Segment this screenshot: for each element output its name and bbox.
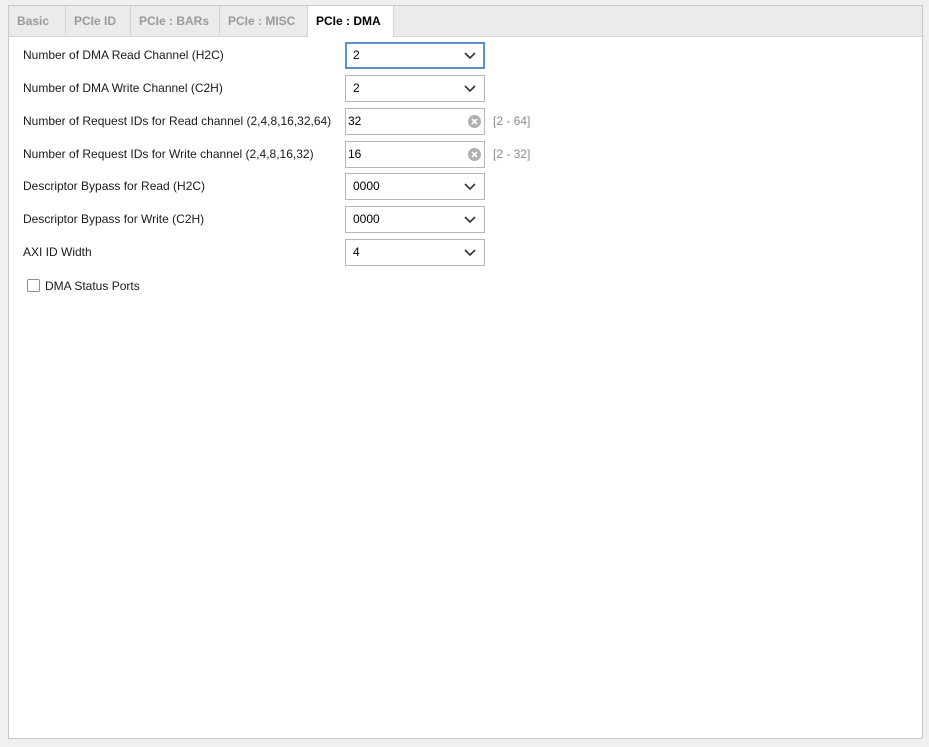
tab-basic[interactable]: Basic [9, 6, 66, 36]
chevron-down-icon [464, 183, 476, 191]
field-label: Descriptor Bypass for Read (H2C) [23, 179, 206, 193]
tab-bar: Basic PCIe ID PCIe : BARs PCIe : MISC PC… [9, 6, 922, 37]
field-label: Number of Request IDs for Read channel (… [23, 114, 332, 128]
field-label: AXI ID Width [23, 245, 92, 259]
form-row-descriptor-bypass-read: Descriptor Bypass for Read (H2C) 0000 [9, 173, 922, 200]
range-hint: [2 - 32] [493, 147, 531, 161]
select-value: 0000 [353, 212, 380, 226]
chevron-down-icon [464, 216, 476, 224]
chevron-down-icon [464, 52, 476, 60]
field-label: Number of DMA Read Channel (H2C) [23, 48, 224, 62]
tab-pcie-id[interactable]: PCIe ID [66, 6, 131, 36]
input-value: 16 [348, 147, 362, 161]
tab-pcie-misc[interactable]: PCIe : MISC [220, 6, 307, 36]
form-row-write-request-ids: Number of Request IDs for Write channel … [9, 141, 922, 168]
select-value: 4 [353, 245, 360, 259]
chevron-down-icon [464, 85, 476, 93]
select-value: 2 [353, 48, 360, 62]
range-hint: [2 - 64] [493, 114, 531, 128]
dma-settings-form: Number of DMA Read Channel (H2C) 2 Numbe… [9, 37, 922, 738]
field-label: Number of DMA Write Channel (C2H) [23, 81, 223, 95]
field-label: Descriptor Bypass for Write (C2H) [23, 212, 205, 226]
axi-id-width-select[interactable]: 4 [345, 239, 485, 266]
form-row-dma-write-channel: Number of DMA Write Channel (C2H) 2 [9, 75, 922, 102]
form-row-axi-id-width: AXI ID Width 4 [9, 239, 922, 266]
field-label: Number of Request IDs for Write channel … [23, 147, 314, 161]
write-request-ids-input[interactable]: 16 [345, 141, 485, 168]
read-request-ids-input[interactable]: 32 [345, 108, 485, 135]
form-row-dma-read-channel: Number of DMA Read Channel (H2C) 2 [9, 42, 922, 69]
form-row-descriptor-bypass-write: Descriptor Bypass for Write (C2H) 0000 [9, 206, 922, 233]
descriptor-bypass-read-select[interactable]: 0000 [345, 173, 485, 200]
chevron-down-icon [464, 249, 476, 257]
dma-read-channel-select[interactable]: 2 [345, 42, 485, 69]
tab-pcie-bars[interactable]: PCIe : BARs [131, 6, 220, 36]
clear-circle-icon[interactable] [467, 114, 482, 129]
form-row-read-request-ids: Number of Request IDs for Read channel (… [9, 108, 922, 135]
tab-pcie-dma[interactable]: PCIe : DMA [307, 6, 394, 37]
select-value: 2 [353, 81, 360, 95]
select-value: 0000 [353, 179, 380, 193]
descriptor-bypass-write-select[interactable]: 0000 [345, 206, 485, 233]
dma-status-ports-checkbox[interactable] [27, 279, 40, 292]
checkbox-label: DMA Status Ports [45, 279, 140, 293]
ip-config-panel: Basic PCIe ID PCIe : BARs PCIe : MISC PC… [8, 5, 923, 739]
input-value: 32 [348, 114, 362, 128]
clear-circle-icon[interactable] [467, 147, 482, 162]
dma-write-channel-select[interactable]: 2 [345, 75, 485, 102]
